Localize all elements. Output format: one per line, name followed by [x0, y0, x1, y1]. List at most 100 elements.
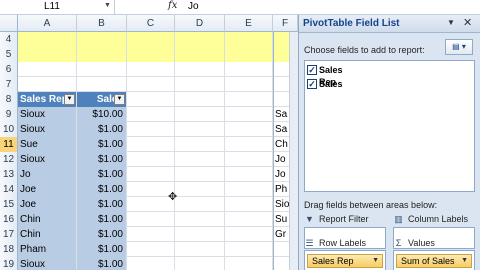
cell-c[interactable]	[127, 47, 175, 62]
row-header[interactable]: 17	[0, 227, 18, 242]
column-header-b[interactable]: B	[77, 15, 127, 32]
row-header[interactable]: 15	[0, 197, 18, 212]
close-icon[interactable]: ✕	[463, 16, 472, 29]
table-row[interactable]: 9 Sioux $10.00 Sa	[0, 107, 298, 122]
cell-d[interactable]	[175, 77, 225, 92]
row-header[interactable]: 16	[0, 212, 18, 227]
cell-b[interactable]: $10.00	[77, 107, 127, 122]
cell-c[interactable]	[127, 92, 175, 107]
checkbox-checked-icon[interactable]: ✓	[307, 79, 317, 89]
cell-b[interactable]	[77, 62, 127, 77]
fx-icon[interactable]: fx	[168, 0, 177, 11]
cell-d[interactable]	[175, 242, 225, 257]
row-header[interactable]: 19	[0, 257, 18, 270]
row-header[interactable]: 4	[0, 32, 18, 47]
cell-d[interactable]	[175, 257, 225, 270]
field-list-layout-button[interactable]: ▤ ▾	[445, 39, 473, 55]
panel-title-bar[interactable]: PivotTable Field List ▼ ✕	[299, 15, 480, 33]
cell-d[interactable]	[175, 32, 225, 47]
cell-a[interactable]: Sioux	[18, 152, 77, 167]
values-drop-area[interactable]: Sum of Sales ▼	[393, 250, 475, 270]
cell-b[interactable]: $1.00	[77, 212, 127, 227]
cell-e[interactable]	[225, 152, 273, 167]
table-row[interactable]: 4	[0, 32, 298, 47]
cell-d[interactable]	[175, 122, 225, 137]
cell-b[interactable]	[77, 47, 127, 62]
cell-a[interactable]	[18, 77, 77, 92]
cell-d[interactable]	[175, 212, 225, 227]
table-row[interactable]: 17 Chin $1.00 Gr	[0, 227, 298, 242]
cell-a[interactable]: Pham	[18, 242, 77, 257]
row-header[interactable]: 9	[0, 107, 18, 122]
table-row[interactable]: 18 Pham $1.00	[0, 242, 298, 257]
chevron-down-icon[interactable]: ▼	[372, 255, 379, 267]
row-header[interactable]: 13	[0, 167, 18, 182]
vertical-scrollbar[interactable]	[289, 32, 298, 270]
table-row[interactable]: 6	[0, 62, 298, 77]
cell-d[interactable]	[175, 152, 225, 167]
table-row[interactable]: 11 Sue $1.00 Ch	[0, 137, 298, 152]
cell-d[interactable]	[175, 182, 225, 197]
table-row[interactable]: 16 Chin $1.00 Su	[0, 212, 298, 227]
table-row[interactable]: 12 Sioux $1.00 Jo	[0, 152, 298, 167]
cell-a[interactable]: Chin	[18, 227, 77, 242]
cell-b[interactable]: $1.00	[77, 122, 127, 137]
cell-a[interactable]: Joe	[18, 197, 77, 212]
cell-e[interactable]	[225, 257, 273, 270]
filter-dropdown-icon[interactable]: ▼	[114, 94, 125, 105]
cell-b[interactable]: $1.00	[77, 167, 127, 182]
cell-a[interactable]: Sue	[18, 137, 77, 152]
cell-c[interactable]	[127, 137, 175, 152]
cell-d[interactable]	[175, 137, 225, 152]
row-header[interactable]: 5	[0, 47, 18, 62]
cell-e[interactable]	[225, 137, 273, 152]
checkbox-checked-icon[interactable]: ✓	[307, 65, 317, 75]
table-row[interactable]: 7	[0, 77, 298, 92]
row-header[interactable]: 6	[0, 62, 18, 77]
cell-c[interactable]	[127, 32, 175, 47]
column-header-a[interactable]: A	[18, 15, 77, 32]
row-header[interactable]: 11	[0, 137, 18, 152]
cell-c[interactable]	[127, 62, 175, 77]
column-header-e[interactable]: E	[225, 15, 273, 32]
select-all-corner[interactable]	[0, 15, 18, 32]
table-row[interactable]: 5	[0, 47, 298, 62]
column-header-d[interactable]: D	[175, 15, 225, 32]
row-header[interactable]: 7	[0, 77, 18, 92]
cell-c[interactable]	[127, 212, 175, 227]
column-header-f[interactable]: F	[273, 15, 298, 32]
cell-a[interactable]: Chin	[18, 212, 77, 227]
cell-e[interactable]	[225, 107, 273, 122]
cell-e[interactable]	[225, 32, 273, 47]
cell-d[interactable]	[175, 197, 225, 212]
cell-e[interactable]	[225, 227, 273, 242]
cell-d[interactable]	[175, 92, 225, 107]
cell-a[interactable]: Sioux	[18, 122, 77, 137]
row-header[interactable]: 10	[0, 122, 18, 137]
cell-e[interactable]	[225, 62, 273, 77]
chevron-down-icon[interactable]: ▼	[104, 2, 111, 9]
cell-e[interactable]	[225, 197, 273, 212]
cell-d[interactable]	[175, 47, 225, 62]
filter-dropdown-icon[interactable]: ▼	[64, 94, 75, 105]
cell-b[interactable]: $1.00	[77, 152, 127, 167]
cell-c[interactable]	[127, 77, 175, 92]
cell-c[interactable]	[127, 152, 175, 167]
worksheet-grid[interactable]: A B C D E F 4 5 6 7 8 Sales Rep Sales ▼ ▼ 9 Sioux $…	[0, 15, 298, 270]
cell-a[interactable]: Joe	[18, 182, 77, 197]
chevron-down-icon[interactable]: ▼	[447, 18, 455, 27]
cell-e[interactable]	[225, 122, 273, 137]
table-row[interactable]: 15 Joe $1.00 Sio	[0, 197, 298, 212]
cell-a[interactable]: Jo	[18, 167, 77, 182]
cell-c[interactable]	[127, 257, 175, 270]
cell-a[interactable]: Sioux	[18, 257, 77, 270]
table-row[interactable]: 13 Jo $1.00 Jo	[0, 167, 298, 182]
cell-d[interactable]	[175, 62, 225, 77]
cell-b[interactable]	[77, 77, 127, 92]
row-header[interactable]: 18	[0, 242, 18, 257]
cell-e[interactable]	[225, 242, 273, 257]
cell-c[interactable]	[127, 167, 175, 182]
cell-b[interactable]: $1.00	[77, 257, 127, 270]
cell-c[interactable]	[127, 227, 175, 242]
cell-c[interactable]	[127, 122, 175, 137]
